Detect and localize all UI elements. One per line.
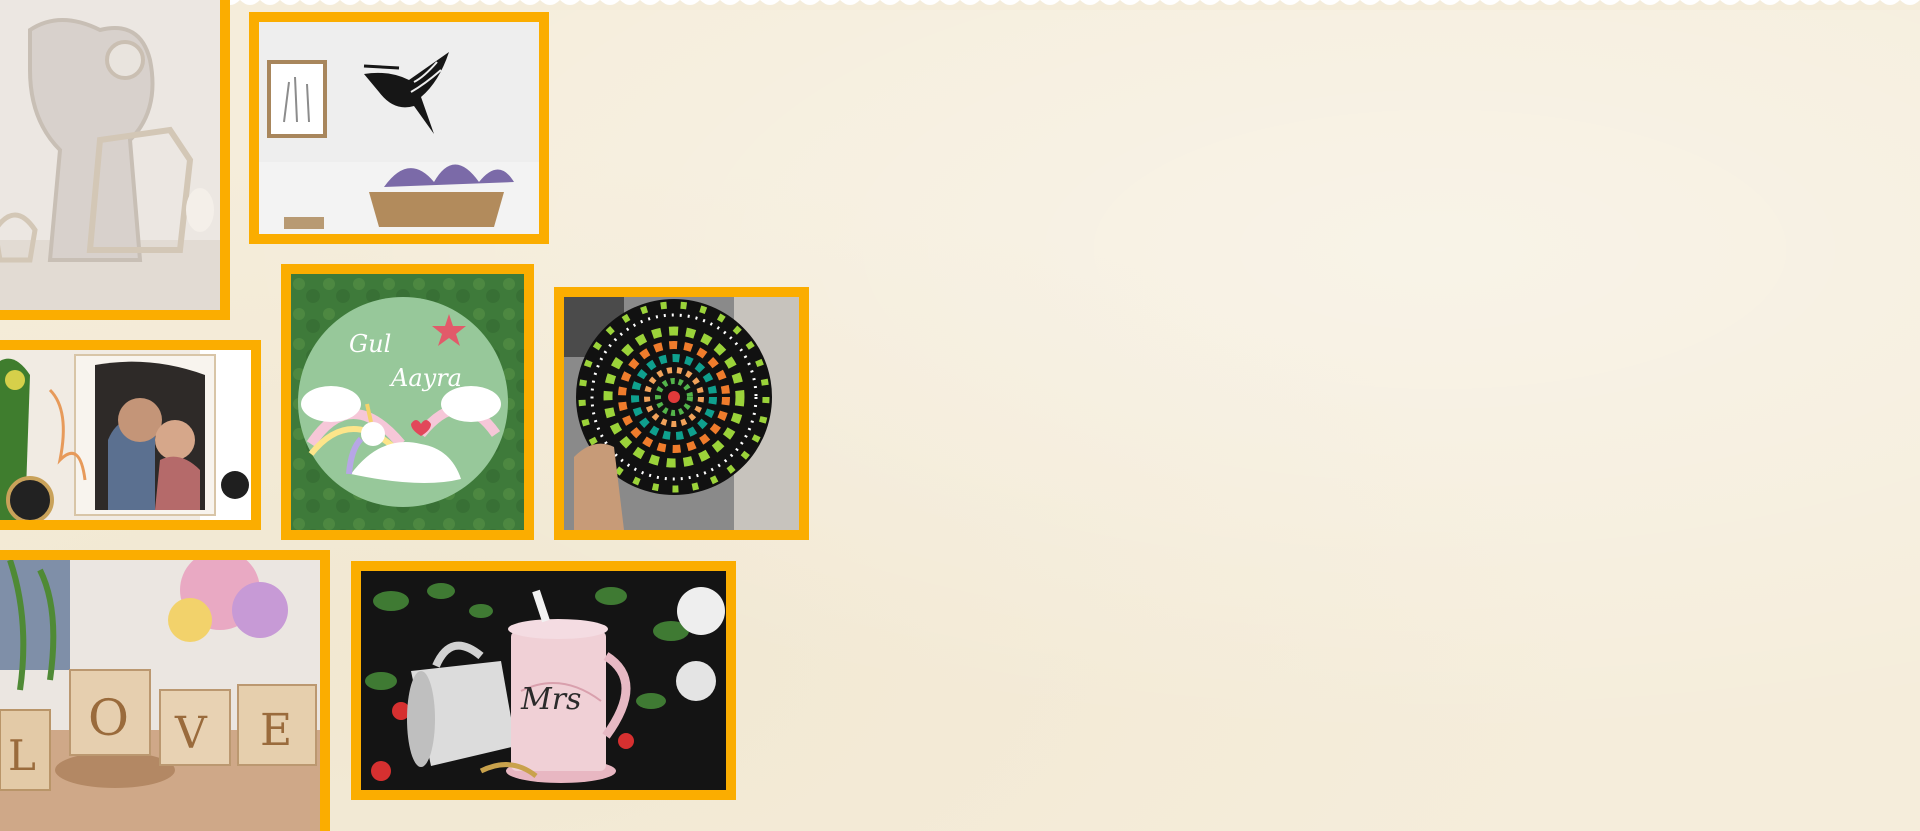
- hummingbird-wall-art-icon: [259, 22, 539, 234]
- block-letter-e: E: [260, 705, 292, 756]
- marble-mugs-icon: Mrs: [361, 571, 726, 790]
- gallery-tile-mugs[interactable]: Mrs: [351, 561, 736, 800]
- couple-photo-frame-icon: [0, 350, 251, 520]
- block-letter-l: L: [8, 731, 36, 780]
- gallery-tile-deer-lamp[interactable]: [0, 0, 230, 320]
- mug-text: Mrs: [520, 682, 581, 717]
- gallery-tile-photo-frame[interactable]: [0, 340, 261, 530]
- gallery-tile-mandala[interactable]: [554, 287, 809, 540]
- love-candle-blocks-icon: L O V E: [0, 560, 320, 831]
- name-plate-text-line1: Gul: [349, 330, 391, 358]
- name-plate-text-line2: Aayra: [389, 364, 462, 392]
- unicorn-name-plate-icon: Gul Aayra: [291, 274, 524, 530]
- dot-mandala-icon: [564, 297, 799, 530]
- gallery-tile-love-blocks[interactable]: L O V E: [0, 550, 330, 831]
- scalloped-edge: [0, 0, 1920, 10]
- block-letter-v: V: [174, 708, 208, 759]
- gallery-tile-name-plate[interactable]: Gul Aayra: [281, 264, 534, 540]
- wooden-deer-lamp-icon: [0, 0, 220, 310]
- gallery-tile-hummingbird[interactable]: [249, 12, 549, 244]
- block-letter-o: O: [88, 689, 129, 747]
